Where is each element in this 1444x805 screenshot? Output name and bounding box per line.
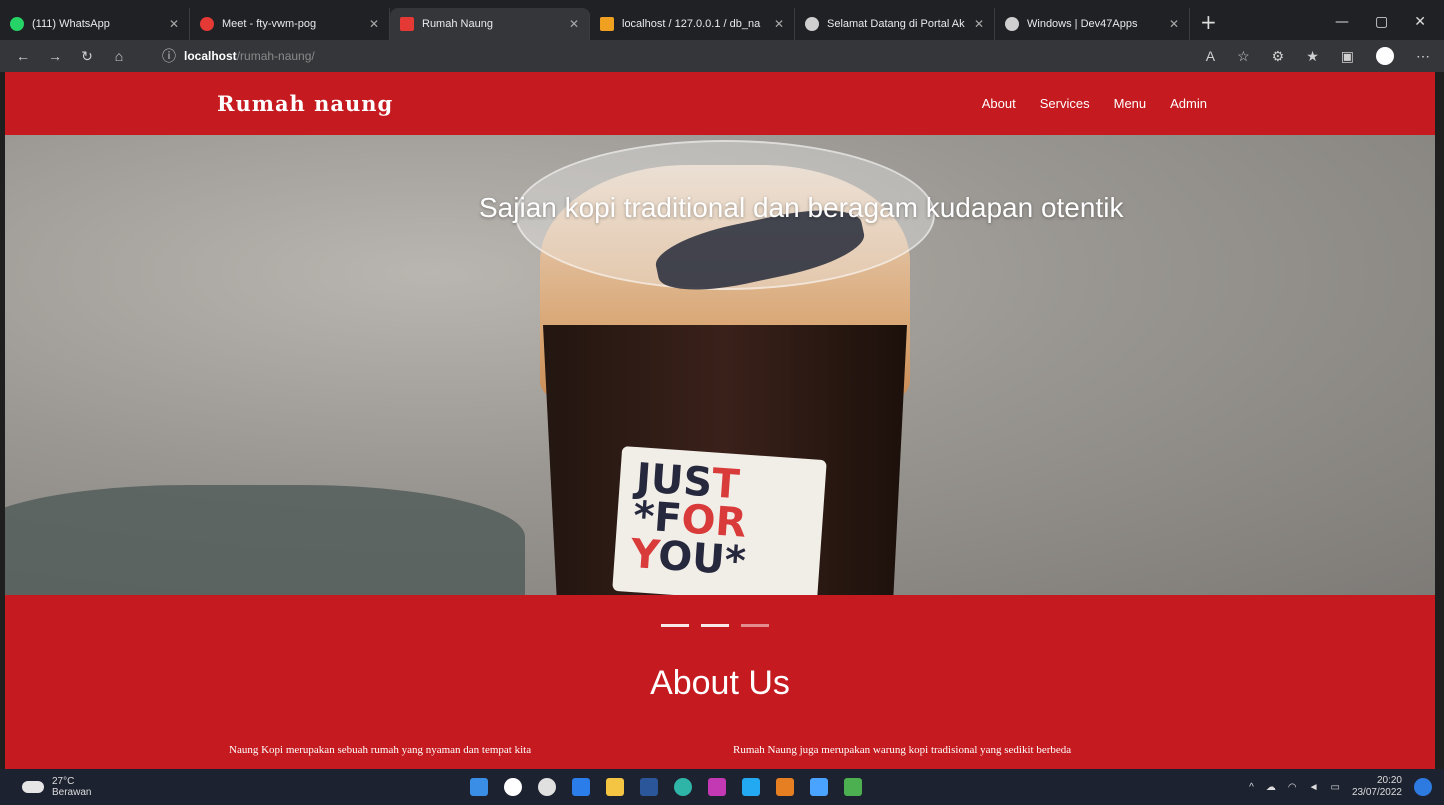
- file-explorer-icon[interactable]: [606, 778, 624, 796]
- tab-dev47apps[interactable]: Windows | Dev47Apps ✕: [995, 8, 1190, 40]
- favorite-star-icon[interactable]: ☆: [1237, 48, 1250, 65]
- carousel-indicators: [661, 624, 769, 627]
- globe-icon: [1005, 17, 1019, 31]
- extensions-icon[interactable]: ⚙: [1272, 48, 1285, 65]
- clock[interactable]: 20:20 23/07/2022: [1352, 775, 1402, 799]
- site-navbar: Rumah naung About Services Menu Admin: [5, 72, 1435, 134]
- close-icon[interactable]: ✕: [369, 17, 379, 31]
- tab-title: Selamat Datang di Portal Ak: [827, 18, 965, 30]
- about-text: Naung Kopi merupakan sebuah rumah yang n…: [229, 741, 1213, 759]
- tab-title: localhost / 127.0.0.1 / db_na: [622, 18, 761, 30]
- url-host: localhost: [184, 49, 237, 63]
- system-tray: ^ ☁ ◠ ◄ ▭ 20:20 23/07/2022: [1249, 775, 1444, 799]
- nav-link-services[interactable]: Services: [1040, 96, 1090, 111]
- close-icon[interactable]: ✕: [774, 17, 784, 31]
- minimize-icon[interactable]: —: [1335, 14, 1349, 30]
- weather-widget[interactable]: 27°C Berawan: [0, 776, 470, 798]
- reload-icon[interactable]: ↻: [78, 48, 96, 65]
- favorites-icon[interactable]: ★: [1306, 48, 1319, 65]
- phpmyadmin-icon: [600, 17, 614, 31]
- chat-icon[interactable]: [538, 778, 556, 796]
- about-title: About Us: [650, 664, 790, 702]
- close-icon[interactable]: ✕: [569, 17, 579, 31]
- about-paragraph-right: Rumah Naung juga merupakan warung kopi t…: [733, 744, 1072, 756]
- site-menu: About Services Menu Admin: [982, 96, 1207, 111]
- vscode-icon[interactable]: [742, 778, 760, 796]
- maximize-icon[interactable]: ▢: [1375, 14, 1388, 30]
- settings-icon[interactable]: [810, 778, 828, 796]
- tab-portal[interactable]: Selamat Datang di Portal Ak ✕: [795, 8, 995, 40]
- meet-icon: [200, 17, 214, 31]
- windows-taskbar: 27°C Berawan ^ ☁ ◠ ◄ ▭ 20:20 23/07/2022: [0, 769, 1444, 805]
- notification-icon[interactable]: [1414, 778, 1432, 796]
- info-icon[interactable]: ⓘ: [162, 46, 176, 66]
- temperature: 27°C: [52, 776, 75, 787]
- address-bar: ← → ↻ ⌂ ⓘ localhost/rumah-naung/ A ☆ ⚙ ★…: [0, 40, 1444, 72]
- tab-meet[interactable]: Meet - fty-vwm-pog ✕: [190, 8, 390, 40]
- app-icon[interactable]: [776, 778, 794, 796]
- url-path: /rumah-naung/: [236, 49, 315, 63]
- xampp-icon[interactable]: [708, 778, 726, 796]
- onedrive-icon[interactable]: ☁: [1266, 782, 1276, 793]
- volume-icon[interactable]: ◄: [1309, 782, 1319, 793]
- site-brand[interactable]: Rumah naung: [217, 91, 393, 116]
- carousel-indicator[interactable]: [701, 624, 729, 627]
- page-icon: [400, 17, 414, 31]
- carousel-indicator[interactable]: [661, 624, 689, 627]
- tab-title: Rumah Naung: [422, 18, 493, 30]
- todo-icon[interactable]: [572, 778, 590, 796]
- android-icon[interactable]: [844, 778, 862, 796]
- tab-title: (111) WhatsApp: [32, 18, 110, 30]
- hero-carousel[interactable]: JUST *FOR YOU* Sajian kopi traditional d…: [5, 135, 1435, 595]
- back-icon[interactable]: ←: [14, 48, 32, 64]
- tab-title: Windows | Dev47Apps: [1027, 18, 1138, 30]
- nav-link-menu[interactable]: Menu: [1114, 96, 1147, 111]
- edge-icon[interactable]: [674, 778, 692, 796]
- more-menu-icon[interactable]: ⋯: [1416, 48, 1430, 65]
- hero-shadow: [5, 485, 525, 595]
- chevron-up-icon[interactable]: ^: [1249, 782, 1254, 793]
- hero-caption: Sajian kopi traditional dan beragam kuda…: [479, 192, 1124, 223]
- taskbar-apps: [470, 778, 862, 796]
- browser-tab-strip: (111) WhatsApp ✕ Meet - fty-vwm-pog ✕ Ru…: [0, 0, 1444, 40]
- close-icon[interactable]: ✕: [1169, 17, 1179, 31]
- wifi-icon[interactable]: ◠: [1288, 782, 1297, 793]
- read-aloud-icon[interactable]: A: [1206, 48, 1215, 64]
- tab-phpmyadmin[interactable]: localhost / 127.0.0.1 / db_na ✕: [590, 8, 795, 40]
- tab-title: Meet - fty-vwm-pog: [222, 18, 317, 30]
- tab-rumah-naung[interactable]: Rumah Naung ✕: [390, 8, 590, 40]
- tab-whatsapp[interactable]: (111) WhatsApp ✕: [0, 8, 190, 40]
- cloud-icon: [22, 781, 44, 793]
- window-controls: — ▢ ✕: [1335, 14, 1444, 40]
- new-tab-button[interactable]: +: [1190, 10, 1227, 40]
- forward-icon[interactable]: →: [46, 48, 64, 64]
- whatsapp-icon: [10, 17, 24, 31]
- home-icon[interactable]: ⌂: [110, 48, 128, 64]
- close-window-icon[interactable]: ✕: [1414, 14, 1426, 30]
- profile-avatar[interactable]: [1376, 47, 1394, 65]
- cup-sticker: JUST *FOR YOU*: [612, 446, 827, 595]
- nav-link-about[interactable]: About: [982, 96, 1016, 111]
- nav-link-admin[interactable]: Admin: [1170, 96, 1207, 111]
- search-icon[interactable]: [504, 778, 522, 796]
- battery-icon[interactable]: ▭: [1330, 782, 1339, 793]
- globe-icon: [805, 17, 819, 31]
- collections-icon[interactable]: ▣: [1341, 48, 1354, 65]
- url-field[interactable]: ⓘ localhost/rumah-naung/: [162, 46, 315, 66]
- close-icon[interactable]: ✕: [169, 17, 179, 31]
- about-paragraph-left: Naung Kopi merupakan sebuah rumah yang n…: [229, 744, 532, 756]
- word-icon[interactable]: [640, 778, 658, 796]
- close-icon[interactable]: ✕: [974, 17, 984, 31]
- start-icon[interactable]: [470, 778, 488, 796]
- weather-condition: Berawan: [52, 787, 92, 798]
- web-page: Rumah naung About Services Menu Admin JU…: [5, 72, 1435, 769]
- carousel-indicator[interactable]: [741, 624, 769, 627]
